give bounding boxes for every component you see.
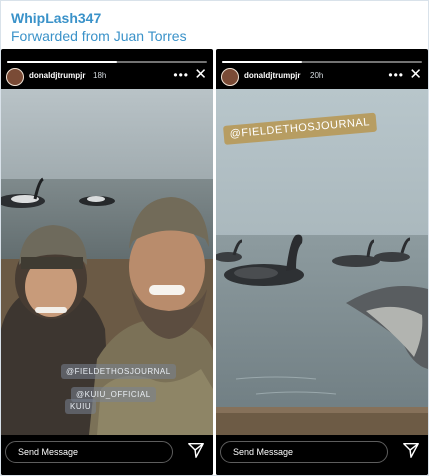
send-message-input[interactable]: Send Message xyxy=(5,441,173,463)
send-message-input[interactable]: Send Message xyxy=(220,441,388,463)
story-time-ago: 18h xyxy=(93,71,107,80)
story-screenshot-1[interactable]: KUIU @FIELDETHOSJOURNAL @KUIU_OFFICIAL d… xyxy=(1,49,213,475)
story-tag-1[interactable]: @FIELDETHOSJOURNAL xyxy=(61,364,176,379)
story-time-ago: 20h xyxy=(310,71,324,80)
forwarded-from-label[interactable]: Forwarded from Juan Torres xyxy=(11,28,187,44)
send-message-placeholder: Send Message xyxy=(18,447,79,457)
story-progress-bar xyxy=(7,61,207,63)
send-icon[interactable] xyxy=(402,441,420,459)
story-username[interactable]: donaldjtrumpjr xyxy=(244,71,300,80)
story-tag-2[interactable]: @KUIU_OFFICIAL xyxy=(71,387,156,402)
status-bar xyxy=(1,49,213,59)
avatar[interactable] xyxy=(6,68,24,86)
forwarded-message-card: WhipLash347 Forwarded from Juan Torres K… xyxy=(0,0,429,476)
story-photo: KUIU @FIELDETHOSJOURNAL @KUIU_OFFICIAL xyxy=(1,89,213,435)
story-progress-bar xyxy=(222,61,422,63)
close-icon[interactable]: ✕ xyxy=(409,65,422,83)
status-bar xyxy=(216,49,428,59)
more-dots-icon[interactable]: ••• xyxy=(173,68,189,82)
story-username[interactable]: donaldjtrumpjr xyxy=(29,71,85,80)
close-icon[interactable]: ✕ xyxy=(194,65,207,83)
send-message-placeholder: Send Message xyxy=(233,447,294,457)
more-dots-icon[interactable]: ••• xyxy=(388,68,404,82)
story-screenshot-2[interactable]: @FIELDETHOSJOURNAL donaldjtrumpjr 20h ••… xyxy=(216,49,428,475)
sender-name[interactable]: WhipLash347 xyxy=(11,10,101,26)
avatar[interactable] xyxy=(221,68,239,86)
story-footer: Send Message xyxy=(1,435,213,475)
story-progress-fill xyxy=(7,61,117,63)
story-progress-fill xyxy=(222,61,302,63)
story-photo: @FIELDETHOSJOURNAL xyxy=(216,89,428,435)
story-footer: Send Message xyxy=(216,435,428,475)
story-header: donaldjtrumpjr 18h ••• ✕ xyxy=(1,65,213,91)
send-icon[interactable] xyxy=(187,441,205,459)
story-header: donaldjtrumpjr 20h ••• ✕ xyxy=(216,65,428,91)
